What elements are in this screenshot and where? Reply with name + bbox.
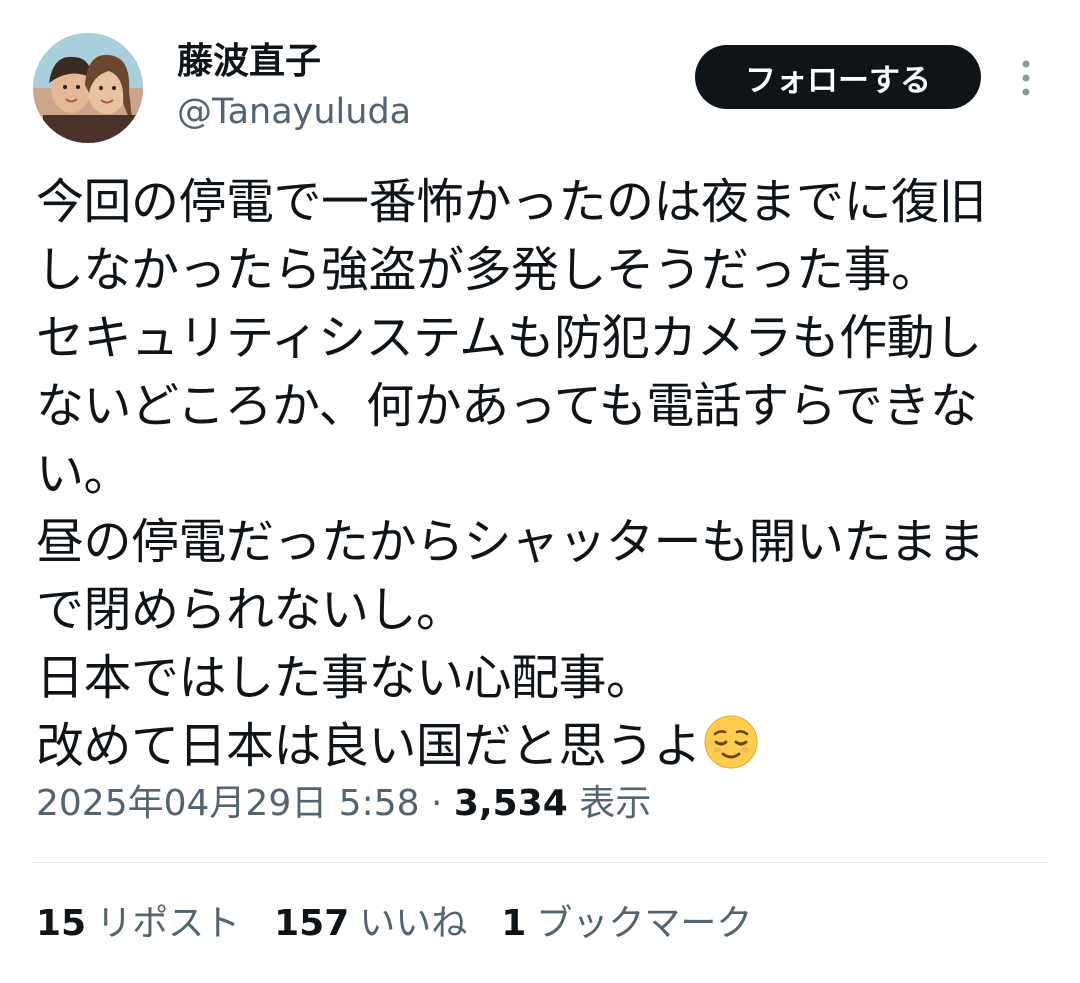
likes-count: 157: [274, 903, 350, 944]
reposts-stat[interactable]: 15 リポスト: [36, 900, 240, 948]
tweet-line-last: 改めて日本は良い国だと思うよ: [36, 712, 1046, 788]
relieved-face-icon: [703, 714, 759, 788]
separator: ·: [430, 783, 443, 824]
tweet-line: で閉められないし。: [36, 582, 464, 638]
likes-label: いいね: [359, 903, 468, 944]
reposts-count: 15: [36, 903, 87, 944]
views-label: 表示: [579, 783, 652, 824]
display-name[interactable]: 藤波直子: [177, 40, 321, 84]
avatar[interactable]: [33, 33, 143, 143]
reposts-label: リポスト: [96, 903, 241, 944]
more-vertical-icon[interactable]: [1006, 56, 1046, 100]
tweet-line: セキュリティシステムも防犯カメラも作動し: [36, 310, 982, 366]
views-count[interactable]: 3,534: [454, 783, 568, 824]
likes-stat[interactable]: 157 いいね: [274, 900, 467, 948]
tweet-line: い。: [36, 446, 132, 502]
tweet-line: しなかったら強盗が多発しそうだった事。: [36, 242, 939, 298]
profile-photo: [33, 33, 143, 143]
tweet-line: 日本ではした事ない心配事。: [36, 650, 654, 706]
tweet-line: 昼の停電だったからシャッターも開いたまま: [36, 514, 985, 570]
tweet-header: 藤波直子 @Tanayuluda フォローする: [0, 0, 1080, 150]
tweet-line-text: 改めて日本は良い国だと思うよ: [36, 718, 702, 774]
bookmarks-label: ブックマーク: [536, 903, 753, 944]
bookmarks-count: 1: [501, 903, 527, 944]
user-handle[interactable]: @Tanayuluda: [177, 90, 411, 134]
follow-button[interactable]: フォローする: [695, 45, 981, 109]
timestamp[interactable]: 2025年04月29日 5:58: [36, 783, 420, 824]
tweet-text: 今回の停電で一番怖かったのは夜までに復旧 しなかったら強盗が多発しそうだった事。…: [36, 168, 1046, 788]
tweet-meta: 2025年04月29日 5:58 · 3,534 表示: [36, 780, 651, 828]
divider: [33, 862, 1047, 863]
tweet-line: 今回の停電で一番怖かったのは夜までに復旧: [36, 174, 987, 230]
tweet-line: ないどころか、何かあっても電話すらできな: [36, 378, 978, 434]
engagement-stats: 15 リポスト 157 いいね 1 ブックマーク: [36, 900, 786, 948]
bookmarks-stat[interactable]: 1 ブックマーク: [501, 900, 752, 948]
